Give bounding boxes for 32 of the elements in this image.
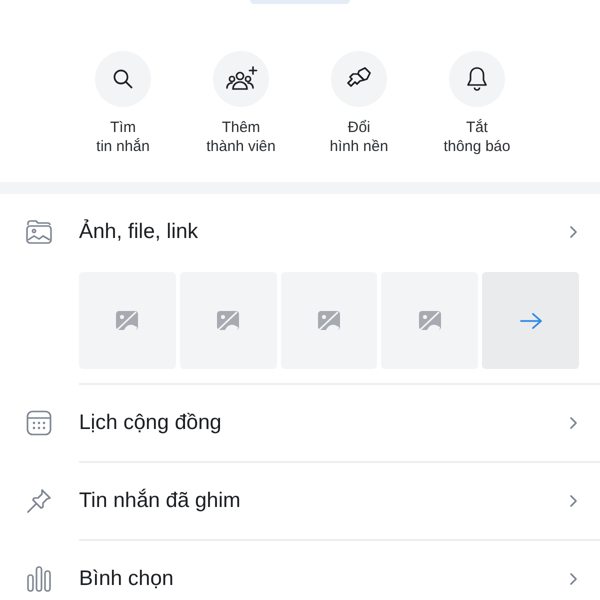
chevron-right-icon xyxy=(569,225,578,239)
action-label: Đổi hình nền xyxy=(330,118,388,156)
menu-row[interactable]: Bình chọn xyxy=(0,541,600,600)
media-thumbnail[interactable] xyxy=(79,272,176,369)
row-label: Ảnh, file, link xyxy=(79,220,200,244)
arrow-right-icon xyxy=(518,312,543,330)
action-label: Tắt thông báo xyxy=(444,118,510,156)
search-icon xyxy=(111,67,135,91)
action-label: Thêm thành viên xyxy=(206,118,276,156)
chevron-right-icon xyxy=(569,416,578,430)
menu-row[interactable]: Tin nhắn đã ghim xyxy=(0,463,600,539)
row-label: Tin nhắn đã ghim xyxy=(79,489,242,513)
pin-icon xyxy=(25,487,53,515)
row-label: Lịch cộng đồng xyxy=(79,411,222,435)
chevron-right-icon xyxy=(569,572,578,586)
media-thumbnail[interactable] xyxy=(381,272,478,369)
broken-image-icon xyxy=(418,310,442,332)
menu-row[interactable]: Ảnh, file, link xyxy=(0,194,600,270)
bar-chart-icon xyxy=(26,565,52,593)
add-people-icon xyxy=(224,65,258,93)
broken-image-icon xyxy=(115,310,140,332)
row-label: Bình chọn xyxy=(79,567,175,591)
broken-image-icon xyxy=(216,310,240,332)
broken-image-icon xyxy=(316,310,341,332)
calendar-icon xyxy=(25,409,53,437)
menu-row[interactable]: Lịch cộng đồng xyxy=(0,385,600,461)
folder-image-icon xyxy=(25,219,53,245)
chevron-right-icon xyxy=(569,494,578,508)
action-label: Tìm tin nhắn xyxy=(96,118,150,156)
media-thumbnail[interactable] xyxy=(280,272,378,369)
media-thumbnail[interactable] xyxy=(180,272,277,369)
bell-icon xyxy=(465,66,489,92)
